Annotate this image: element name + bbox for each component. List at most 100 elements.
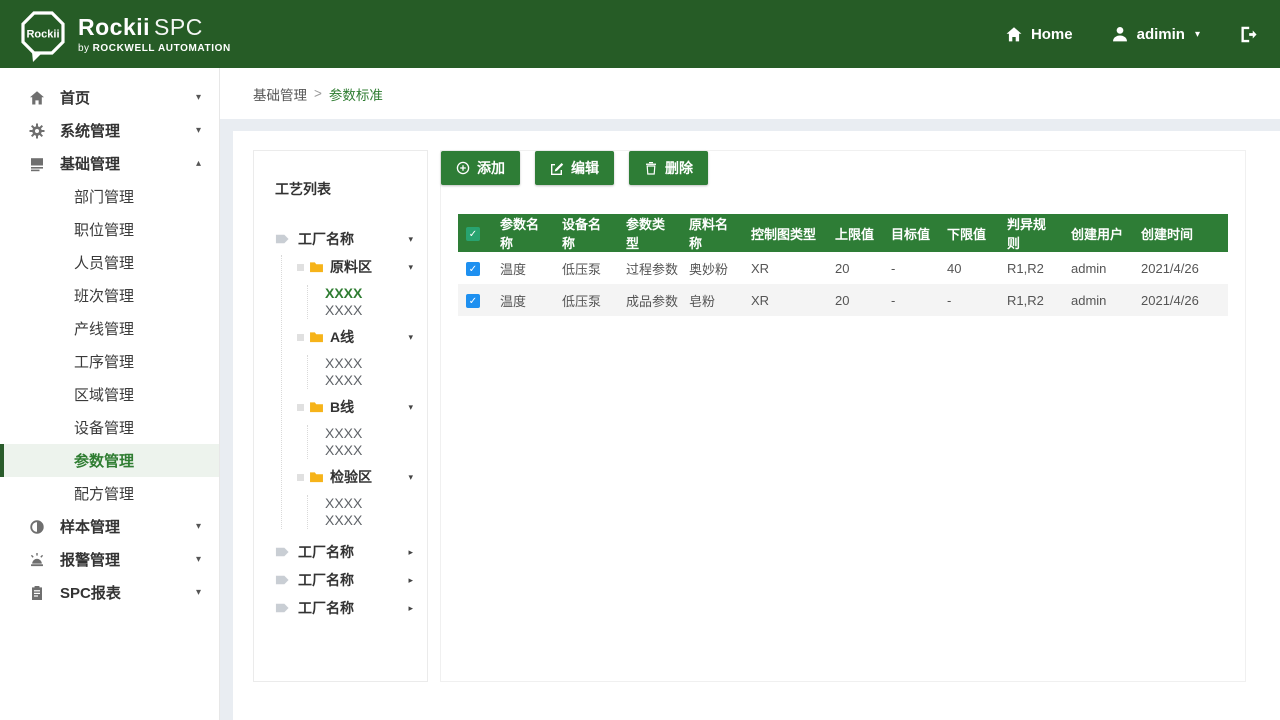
- factory-tag-icon: [275, 547, 289, 557]
- brand: Rockii Rockii SPC by ROCKWELL AUTOMATION: [20, 4, 231, 64]
- table-row[interactable]: ✓ 温度 低压泵 过程参数 奥妙粉 XR 20 - 40 R1,R2 admin: [458, 252, 1228, 284]
- gear-icon: [29, 123, 45, 138]
- main-panel: 工艺列表 工厂名称 ▾ 原料区 ▾ XXXX XXXX A线 ▾ XXXX XX…: [233, 131, 1280, 720]
- tree-node-line-a[interactable]: A线 ▾: [297, 325, 417, 349]
- tree-leaf[interactable]: XXXX: [325, 372, 417, 389]
- chevron-up-icon: ▴: [195, 158, 201, 169]
- row-checkbox[interactable]: ✓: [466, 294, 480, 309]
- chevron-down-icon: ▾: [195, 554, 201, 565]
- sidebar-item-line-mgmt[interactable]: 产线管理: [0, 312, 219, 345]
- tree-node-raw-material-area[interactable]: 原料区 ▾: [297, 255, 417, 279]
- edit-button[interactable]: 编辑: [535, 151, 614, 185]
- home-icon: [30, 90, 44, 104]
- column-header: 创建用户: [1063, 214, 1133, 252]
- tree-leaf[interactable]: XXXX: [325, 355, 417, 372]
- sidebar-item-alarm-mgmt[interactable]: 报警管理 ▾: [0, 543, 219, 576]
- table-header-row: ✓ 参数名称 设备名称 参数类型 原料名称 控制图类型 上限值 目标值 下限值 …: [458, 214, 1228, 252]
- tree-leaf[interactable]: XXXX: [325, 495, 417, 512]
- plus-circle-icon: [456, 161, 470, 175]
- nav-logout-button[interactable]: [1238, 25, 1258, 44]
- tree-children-factory-1: 原料区 ▾ XXXX XXXX A线 ▾ XXXX XXXX B线 ▾ XXXX…: [281, 255, 417, 529]
- sidebar-item-sample-mgmt[interactable]: 样本管理 ▾: [0, 510, 219, 543]
- sidebar-item-recipe-mgmt[interactable]: 配方管理: [0, 477, 219, 510]
- column-header: 设备名称: [554, 214, 618, 252]
- tree-node-line-b[interactable]: B线 ▾: [297, 395, 417, 419]
- sidebar-item-area-mgmt[interactable]: 区域管理: [0, 378, 219, 411]
- tree-leaf[interactable]: XXXX: [325, 512, 417, 529]
- sidebar-item-process-mgmt[interactable]: 工序管理: [0, 345, 219, 378]
- chevron-down-icon: ▾: [195, 587, 201, 598]
- chevron-right-icon: ▸: [408, 602, 413, 613]
- breadcrumb-separator: >: [314, 86, 322, 101]
- sidebar-item-parameter-mgmt[interactable]: 参数管理: [0, 444, 219, 477]
- table-row[interactable]: ✓ 温度 低压泵 成品参数 皂粉 XR 20 - - R1,R2 admin 2…: [458, 284, 1228, 316]
- tree-title: 工艺列表: [275, 181, 331, 197]
- modules-icon: [31, 157, 43, 171]
- nav-home-label: Home: [1030, 25, 1073, 43]
- add-button[interactable]: 添加: [441, 151, 520, 185]
- chevron-down-icon: ▾: [195, 521, 201, 532]
- content-area: 基础管理 > 参数标准 工艺列表 工厂名称 ▾ 原料区 ▾ XXXX XXXX …: [220, 68, 1280, 720]
- breadcrumb-parent[interactable]: 基础管理: [253, 84, 307, 104]
- column-header: 原料名称: [681, 214, 743, 252]
- tree-leaf[interactable]: XXXX: [325, 442, 417, 459]
- tree-leaf[interactable]: XXXX: [325, 302, 417, 319]
- column-header: 参数类型: [618, 214, 681, 252]
- sidebar-item-system-mgmt[interactable]: 系统管理 ▾: [0, 114, 219, 147]
- tree-node-factory-4[interactable]: 工厂名称 ▸: [275, 594, 417, 622]
- nav-user-menu[interactable]: adimin ▾: [1111, 25, 1200, 43]
- home-icon: [1006, 26, 1022, 41]
- folder-icon: [310, 262, 323, 273]
- tree-leaf-selected[interactable]: XXXX: [325, 285, 417, 302]
- column-header: 判异规则: [999, 214, 1063, 252]
- sidebar-item-spc-report[interactable]: SPC报表 ▾: [0, 576, 219, 609]
- tree-leaf[interactable]: XXXX: [325, 425, 417, 442]
- chevron-down-icon: ▾: [408, 331, 413, 342]
- logout-icon: [1241, 26, 1257, 42]
- column-header: 下限值: [939, 214, 999, 252]
- nav-home[interactable]: Home: [1005, 26, 1073, 43]
- tree-node-factory-2[interactable]: 工厂名称 ▸: [275, 538, 417, 566]
- chevron-down-icon: ▾: [408, 233, 413, 244]
- factory-tag-icon: [275, 234, 289, 244]
- sidebar-item-device-mgmt[interactable]: 设备管理: [0, 411, 219, 444]
- sidebar-item-base-mgmt[interactable]: 基础管理 ▴: [0, 147, 219, 180]
- sidebar-item-dept-mgmt[interactable]: 部门管理: [0, 180, 219, 213]
- factory-tag-icon: [275, 603, 289, 613]
- nav-user-name: adimin: [1136, 25, 1185, 43]
- edit-icon: [551, 163, 564, 175]
- sidebar-item-shift-mgmt[interactable]: 班次管理: [0, 279, 219, 312]
- tree-node-square-icon: [297, 473, 304, 481]
- sample-icon: [30, 519, 44, 534]
- brand-name: Rockii: [78, 14, 151, 40]
- tree-node-inspection-area[interactable]: 检验区 ▾: [297, 465, 417, 489]
- sidebar-item-position-mgmt[interactable]: 职位管理: [0, 213, 219, 246]
- chevron-down-icon: ▾: [195, 125, 201, 136]
- chevron-down-icon: ▾: [408, 261, 413, 272]
- chevron-down-icon: ▾: [408, 471, 413, 482]
- sidebar-item-home[interactable]: 首页 ▾: [0, 81, 219, 114]
- folder-icon: [310, 472, 323, 483]
- folder-icon: [310, 402, 323, 413]
- select-all-checkbox[interactable]: ✓: [466, 227, 480, 242]
- tree-node-square-icon: [297, 333, 304, 341]
- user-icon: [1112, 27, 1127, 42]
- report-icon: [32, 585, 42, 600]
- sidebar-item-personnel-mgmt[interactable]: 人员管理: [0, 246, 219, 279]
- brand-byline: by ROCKWELL AUTOMATION: [78, 43, 231, 54]
- chevron-down-icon: ▾: [1194, 28, 1200, 40]
- breadcrumb-current[interactable]: 参数标准: [329, 84, 383, 104]
- tree-node-square-icon: [297, 403, 304, 411]
- process-tree: 工厂名称 ▾ 原料区 ▾ XXXX XXXX A线 ▾ XXXX XXXX B线…: [275, 225, 417, 622]
- delete-button[interactable]: 删除: [629, 151, 708, 185]
- tree-node-factory-1[interactable]: 工厂名称 ▾: [275, 225, 417, 253]
- column-header: 目标值: [883, 214, 939, 252]
- chevron-right-icon: ▸: [408, 546, 413, 557]
- row-checkbox[interactable]: ✓: [466, 262, 480, 277]
- tree-node-factory-3[interactable]: 工厂名称 ▸: [275, 566, 417, 594]
- process-tree-panel: 工艺列表 工厂名称 ▾ 原料区 ▾ XXXX XXXX A线 ▾ XXXX XX…: [253, 150, 428, 682]
- content-background: 工艺列表 工厂名称 ▾ 原料区 ▾ XXXX XXXX A线 ▾ XXXX XX…: [220, 119, 1280, 720]
- logo-text: Rockii: [26, 29, 59, 41]
- trash-icon: [646, 162, 656, 175]
- alarm-icon: [30, 552, 44, 566]
